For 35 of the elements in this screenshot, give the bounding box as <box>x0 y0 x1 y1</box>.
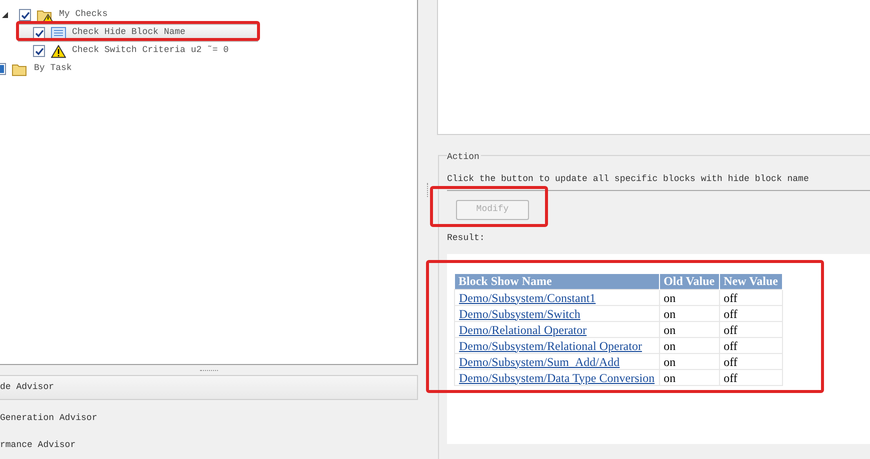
tree-row[interactable]: By Task <box>0 60 417 78</box>
tree-row[interactable]: Check Switch Criteria u2 ˜= 0 <box>18 42 417 60</box>
table-cell: on <box>659 290 720 306</box>
advisor-tab[interactable]: rmance Advisor <box>0 432 418 459</box>
table-cell: on <box>659 306 720 322</box>
list-icon <box>51 27 66 39</box>
tree-item-label[interactable]: By Task <box>34 62 72 76</box>
table-cell: on <box>659 338 720 354</box>
checkbox[interactable] <box>33 45 45 57</box>
table-cell: off <box>719 290 782 306</box>
folder-icon <box>12 62 28 76</box>
column-header: Block Show Name <box>454 274 660 290</box>
table-cell: off <box>719 322 782 338</box>
table-cell: on <box>659 354 720 370</box>
tree-item-label[interactable]: My Checks <box>59 8 108 22</box>
table-cell: off <box>719 306 782 322</box>
table-cell: off <box>719 338 782 354</box>
table-cell: off <box>719 370 782 386</box>
result-label: Result: <box>447 232 486 245</box>
warning-icon <box>51 44 66 58</box>
table-cell: on <box>659 322 720 338</box>
checkbox[interactable] <box>19 9 31 21</box>
tree-item-label[interactable]: Check Hide Block Name <box>72 26 186 40</box>
tree-item-label[interactable]: Check Switch Criteria u2 ˜= 0 <box>72 44 229 58</box>
collapse-arrow-icon[interactable] <box>2 12 8 18</box>
tree-row[interactable]: My Checks <box>0 6 417 24</box>
advisor-tab[interactable]: Generation Advisor <box>0 405 418 432</box>
column-header: Old Value <box>659 274 720 290</box>
checkbox[interactable] <box>33 27 45 39</box>
description-text: Click the button to update all specific blocks with hide block name <box>447 172 810 186</box>
column-header: New Value <box>719 274 782 290</box>
table-cell: off <box>719 354 782 370</box>
advisor-tab[interactable]: de Advisor <box>0 375 418 400</box>
folder-warning-icon <box>37 8 53 22</box>
table-cell: on <box>659 370 720 386</box>
